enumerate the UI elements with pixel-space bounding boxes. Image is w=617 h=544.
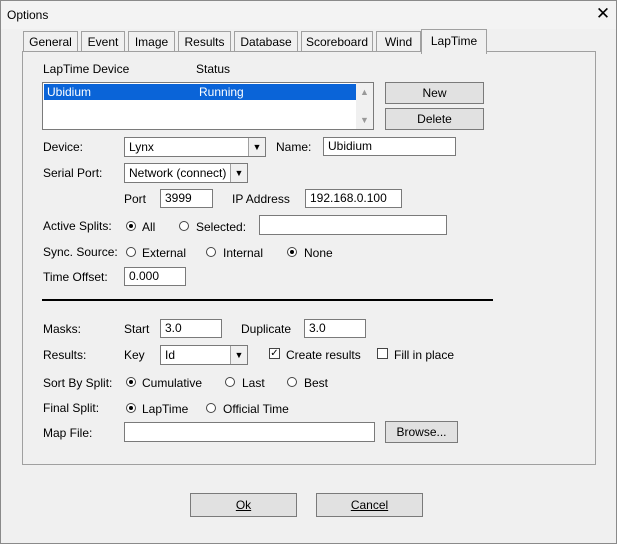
create-results-label: Create results	[286, 348, 361, 362]
separator	[42, 299, 493, 301]
map-file-input[interactable]	[124, 422, 375, 442]
name-input[interactable]: Ubidium	[323, 137, 456, 156]
splits-all-label: All	[142, 220, 156, 234]
sync-none-radio[interactable]	[287, 247, 297, 257]
ip-address-input[interactable]: 192.168.0.100	[305, 189, 402, 208]
create-results-checkbox[interactable]: ✓	[269, 348, 280, 359]
sync-external-radio[interactable]	[126, 247, 136, 257]
name-label: Name:	[276, 140, 312, 154]
masks-label: Masks:	[43, 322, 82, 336]
list-item[interactable]: Ubidium Running	[44, 84, 356, 100]
col-header-status: Status	[196, 62, 231, 76]
serial-port-value: Network (connect)	[129, 166, 227, 180]
final-official-radio[interactable]	[206, 403, 216, 413]
active-splits-label: Active Splits:	[43, 219, 112, 233]
final-laptime-label: LapTime	[142, 402, 189, 416]
scroll-down-icon[interactable]: ▼	[360, 115, 369, 125]
sort-cumulative-radio[interactable]	[126, 377, 136, 387]
col-header-device: LapTime Device	[43, 62, 130, 76]
fill-in-place-label: Fill in place	[394, 348, 455, 362]
list-item-device: Ubidium	[47, 85, 92, 99]
port-input[interactable]: 3999	[160, 189, 213, 208]
time-offset-label: Time Offset:	[43, 270, 108, 284]
splits-selected-radio[interactable]	[179, 221, 189, 231]
device-value: Lynx	[129, 140, 154, 154]
splits-all-radio[interactable]	[126, 221, 136, 231]
chevron-down-icon[interactable]: ▼	[248, 138, 265, 156]
list-item-status: Running	[199, 85, 244, 99]
chevron-down-icon[interactable]: ▼	[230, 164, 247, 182]
key-value: Id	[165, 348, 176, 362]
delete-button[interactable]: Delete	[385, 108, 484, 130]
serial-port-label: Serial Port:	[43, 166, 103, 180]
port-label: Port	[124, 192, 147, 206]
sort-best-label: Best	[304, 376, 329, 390]
final-split-label: Final Split:	[43, 401, 100, 415]
ok-button[interactable]: Ok	[190, 493, 297, 517]
device-select[interactable]: Lynx ▼	[124, 137, 266, 157]
sort-cumulative-label: Cumulative	[142, 376, 203, 390]
device-label: Device:	[43, 140, 84, 154]
mask-duplicate-label: Duplicate	[241, 322, 292, 336]
selected-splits-input[interactable]	[259, 215, 447, 235]
sync-source-label: Sync. Source:	[43, 245, 118, 259]
sync-internal-label: Internal	[223, 246, 264, 260]
new-button[interactable]: New	[385, 82, 484, 104]
serial-port-select[interactable]: Network (connect) ▼	[124, 163, 248, 183]
sort-last-radio[interactable]	[225, 377, 235, 387]
checkmark-icon: ✓	[270, 348, 279, 359]
sort-best-radio[interactable]	[287, 377, 297, 387]
list-scrollbar[interactable]: ▲ ▼	[356, 83, 373, 129]
sync-external-label: External	[142, 246, 187, 260]
mask-duplicate-input[interactable]: 3.0	[304, 319, 366, 338]
final-official-label: Official Time	[223, 402, 289, 416]
cancel-button[interactable]: Cancel	[316, 493, 423, 517]
sync-none-label: None	[304, 246, 333, 260]
browse-button[interactable]: Browse...	[385, 421, 458, 443]
splits-selected-label: Selected:	[196, 220, 247, 234]
ip-address-label: IP Address	[232, 192, 290, 206]
sync-internal-radio[interactable]	[206, 247, 216, 257]
mask-start-label: Start	[124, 322, 150, 336]
map-file-label: Map File:	[43, 426, 93, 440]
scroll-up-icon[interactable]: ▲	[360, 87, 369, 97]
sort-by-split-label: Sort By Split:	[43, 376, 113, 390]
key-label: Key	[124, 348, 145, 362]
mask-start-input[interactable]: 3.0	[160, 319, 222, 338]
fill-in-place-checkbox[interactable]	[377, 348, 388, 359]
device-list[interactable]: Ubidium Running ▲ ▼	[42, 82, 374, 130]
sort-last-label: Last	[242, 376, 265, 390]
final-laptime-radio[interactable]	[126, 403, 136, 413]
key-select[interactable]: Id ▼	[160, 345, 248, 365]
results-label: Results:	[43, 348, 87, 362]
time-offset-input[interactable]: 0.000	[124, 267, 186, 286]
chevron-down-icon[interactable]: ▼	[230, 346, 247, 364]
